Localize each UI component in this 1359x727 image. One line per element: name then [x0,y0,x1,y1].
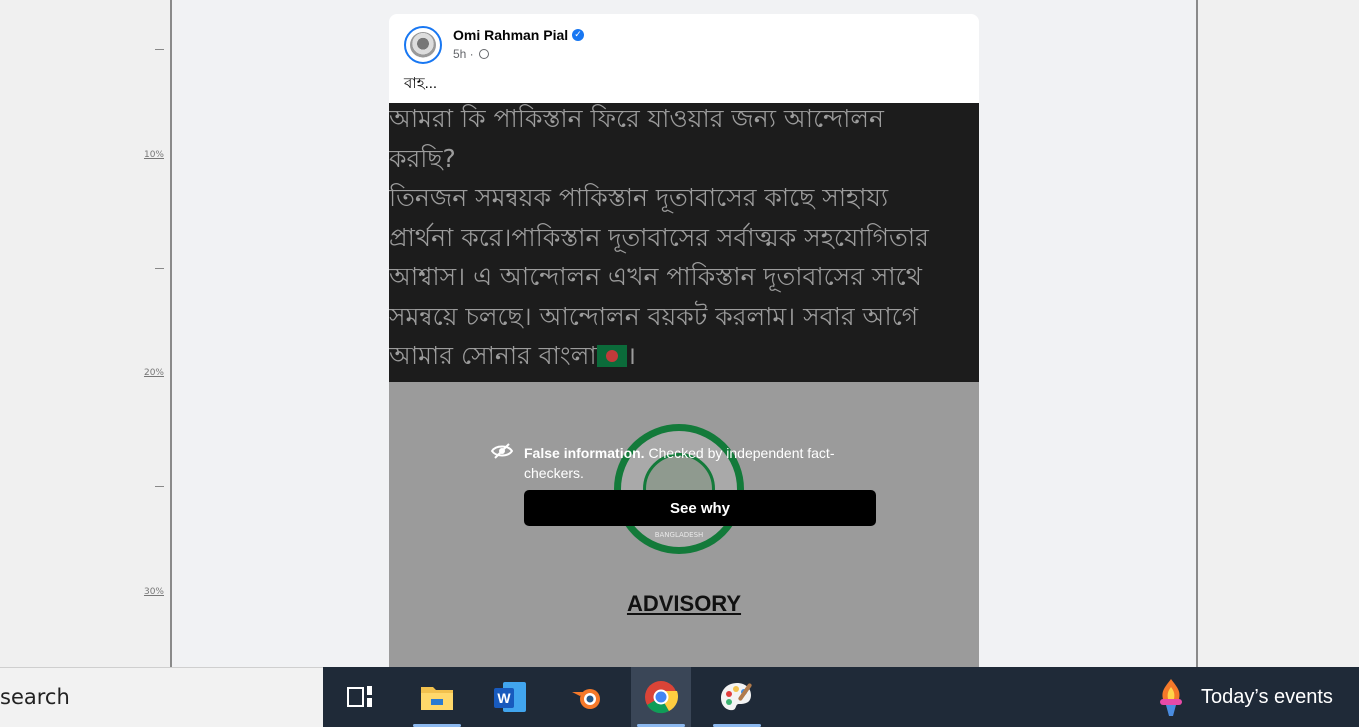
image-line-last: আমার সোনার বাংলা । [389,336,929,376]
globe-icon [479,49,490,59]
image-line: তিনজন সমন্বয়ক পাকিস্তান দূতাবাসের কাছে … [389,183,889,212]
ruler-tick-30: 30% [143,587,164,597]
post-text: বাহ... [404,75,438,92]
eye-slash-icon [491,443,513,459]
torch-widget-icon[interactable] [1155,677,1187,717]
paint-palette-icon [721,683,752,711]
image-line: আমরা কি পাকিস্তান ফিরে যাওয়ার জন্য আন্দ… [389,104,884,133]
folder-icon [421,687,453,710]
paint-button[interactable] [707,667,767,727]
task-view-button[interactable] [330,667,390,727]
post-image-text[interactable]: আমরা কি পাকিস্তান ফিরে যাওয়ার জন্য আন্দ… [389,103,979,382]
file-explorer-button[interactable] [407,667,467,727]
blender-icon [572,689,600,709]
avatar-image [410,32,436,58]
todays-events-widget[interactable]: Today’s events [1201,686,1333,709]
right-margin [1198,0,1359,667]
post-time[interactable]: 5h · [453,47,474,61]
ruler-dash [155,486,164,487]
avatar[interactable] [404,26,442,64]
chrome-button[interactable] [631,667,691,727]
taskbar-search-box[interactable]: search [0,667,323,727]
blender-button[interactable] [557,667,617,727]
seal-bottom-text: BANGLADESH [654,531,704,539]
image-line: আশ্বাস। এ আন্দোলন এখন পাকিস্তান দূতাবাসে… [389,262,922,291]
advisory-heading: ADVISORY [626,591,742,616]
task-view-icon [347,686,372,707]
ruler-dash [155,268,164,269]
ruler-tick-10: 10% [143,150,164,160]
word-icon: W [494,682,526,712]
chrome-icon [645,681,678,714]
fact-check-label: False information. [524,445,645,461]
image-line-suffix: । [626,341,637,370]
image-line: সমন্বয়ে চলছে। আন্দোলন বয়কট করলাম। সবার… [389,301,919,331]
image-line: আমার সোনার বাংলা [389,341,597,370]
ruler-tick-20: 20% [143,368,164,378]
image-line: প্রার্থনা করে।পাকিস্তান দূতাবাসের সর্বাত… [389,222,929,252]
image-line: করছি? [389,143,456,173]
image-text-block: আমরা কি পাকিস্তান ফিরে যাওয়ার জন্য আন্দ… [389,103,929,376]
fact-check-notice: False information. Checked by independen… [524,443,869,483]
word-button[interactable]: W [480,667,540,727]
facebook-post-card: Omi Rahman Pial ✓ 5h · বাহ... আমরা কি পা… [389,14,979,667]
post-author[interactable]: Omi Rahman Pial [453,27,568,43]
left-ruler: 10% 20% 30% [0,0,172,667]
see-why-button[interactable]: See why [524,490,876,526]
post-meta: 5h · [453,47,490,61]
bangladesh-flag-icon [596,345,627,367]
verified-badge-icon: ✓ [572,29,584,41]
ruler-dash [155,49,164,50]
search-label: search [0,685,70,709]
svg-text:W: W [497,690,511,706]
